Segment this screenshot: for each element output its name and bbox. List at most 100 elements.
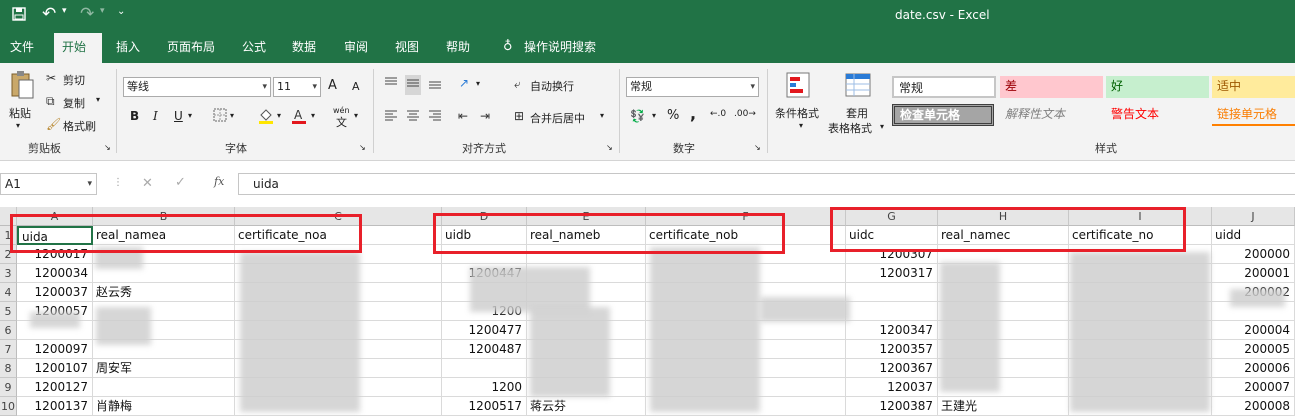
- table-cell[interactable]: 1200347: [846, 321, 938, 340]
- paste-icon[interactable]: [9, 70, 35, 104]
- chevron-down-icon[interactable]: ▾: [87, 174, 92, 194]
- fill-color-dropdown-icon[interactable]: ▾: [277, 111, 281, 120]
- paste-dropdown-icon[interactable]: ▾: [16, 121, 20, 130]
- underline-button[interactable]: U: [174, 109, 183, 123]
- table-cell[interactable]: 200001: [1212, 264, 1295, 283]
- table-format-icon[interactable]: [844, 71, 874, 105]
- tab-help[interactable]: 帮助: [438, 33, 478, 63]
- currency-dropdown-icon[interactable]: ▾: [652, 111, 656, 120]
- table-cell[interactable]: 赵云秀: [93, 283, 235, 302]
- tell-me-search[interactable]: 操作说明搜索: [516, 33, 604, 63]
- row-header-4[interactable]: 4: [0, 283, 17, 302]
- decrease-decimal-icon[interactable]: .00→: [734, 109, 756, 119]
- font-color-icon[interactable]: A: [291, 107, 307, 129]
- font-launcher-icon[interactable]: ↘: [359, 143, 366, 152]
- row-header-10[interactable]: 10: [0, 397, 17, 416]
- number-format-combo[interactable]: 常规 ▾: [626, 77, 759, 97]
- wrap-text-icon[interactable]: ⤶: [514, 76, 521, 92]
- table-format-label-1[interactable]: 套用: [846, 105, 868, 121]
- merge-dropdown-icon[interactable]: ▾: [600, 111, 604, 120]
- copy-dropdown-icon[interactable]: ▾: [96, 95, 100, 104]
- name-box[interactable]: A1 ▾: [0, 173, 97, 195]
- fill-color-icon[interactable]: [257, 107, 275, 129]
- copy-button[interactable]: 复制: [63, 95, 85, 111]
- style-neutral[interactable]: 适中: [1212, 76, 1295, 98]
- table-cell[interactable]: 1200477: [442, 321, 527, 340]
- table-cell[interactable]: 1200317: [846, 264, 938, 283]
- row-header-6[interactable]: 6: [0, 321, 17, 340]
- clipboard-launcher-icon[interactable]: ↘: [104, 143, 111, 152]
- font-color-dropdown-icon[interactable]: ▾: [311, 111, 315, 120]
- phonetic-char-icon[interactable]: 文: [336, 114, 347, 130]
- tab-insert[interactable]: 插入: [108, 33, 148, 63]
- tab-review[interactable]: 审阅: [336, 33, 376, 63]
- header-cell-j[interactable]: uidd: [1212, 226, 1295, 245]
- grow-font-icon[interactable]: A: [328, 78, 337, 93]
- table-cell[interactable]: 200005: [1212, 340, 1295, 359]
- conditional-dropdown-icon[interactable]: ▾: [799, 121, 803, 130]
- table-cell[interactable]: 120037: [846, 378, 938, 397]
- undo-icon[interactable]: ↶: [42, 4, 56, 24]
- format-painter-button[interactable]: 格式刷: [63, 118, 96, 134]
- orientation-icon[interactable]: ↗: [459, 75, 469, 91]
- table-cell[interactable]: [846, 283, 938, 302]
- chevron-down-icon[interactable]: ▾: [750, 78, 755, 96]
- cancel-icon[interactable]: ✕: [142, 176, 153, 191]
- tab-data[interactable]: 数据: [284, 33, 324, 63]
- row-header-9[interactable]: 9: [0, 378, 17, 397]
- table-cell[interactable]: [442, 359, 527, 378]
- table-format-dropdown-icon[interactable]: ▾: [880, 122, 884, 131]
- table-cell[interactable]: 1200127: [17, 378, 93, 397]
- table-cell[interactable]: 200007: [1212, 378, 1295, 397]
- table-cell[interactable]: 1200107: [17, 359, 93, 378]
- cut-icon[interactable]: ✂: [46, 70, 56, 86]
- table-cell[interactable]: [93, 378, 235, 397]
- style-bad[interactable]: 差: [1000, 76, 1103, 98]
- align-center-icon[interactable]: [406, 108, 420, 126]
- row-header-5[interactable]: 5: [0, 302, 17, 321]
- align-right-icon[interactable]: [428, 108, 442, 126]
- table-cell[interactable]: 1200034: [17, 264, 93, 283]
- undo-dropdown-icon[interactable]: ▾: [62, 6, 67, 16]
- border-icon[interactable]: [213, 108, 227, 126]
- align-top-icon[interactable]: [384, 76, 398, 94]
- wrap-text-button[interactable]: 自动换行: [530, 78, 574, 94]
- increase-indent-icon[interactable]: ⇥: [480, 108, 490, 124]
- style-normal[interactable]: 常规: [892, 76, 996, 98]
- style-explanatory[interactable]: 解释性文本: [1000, 104, 1103, 126]
- phonetic-dropdown-icon[interactable]: ▾: [354, 111, 358, 120]
- table-cell[interactable]: 200004: [1212, 321, 1295, 340]
- chevron-down-icon[interactable]: ▾: [312, 78, 317, 96]
- insert-function-icon[interactable]: fx: [214, 175, 224, 188]
- bold-button[interactable]: B: [130, 109, 139, 123]
- align-middle-icon[interactable]: [405, 75, 421, 95]
- table-cell[interactable]: 1200037: [17, 283, 93, 302]
- table-cell[interactable]: 200000: [1212, 245, 1295, 264]
- row-header-3[interactable]: 3: [0, 264, 17, 283]
- shrink-font-icon[interactable]: A: [352, 80, 360, 93]
- customize-toolbar-icon[interactable]: ⌄: [117, 6, 125, 17]
- border-dropdown-icon[interactable]: ▾: [230, 111, 234, 120]
- table-cell[interactable]: 200006: [1212, 359, 1295, 378]
- style-check-cell[interactable]: 检查单元格: [892, 104, 994, 126]
- style-warning[interactable]: 警告文本: [1106, 104, 1209, 126]
- conditional-format-icon[interactable]: [785, 71, 813, 105]
- conditional-format-button[interactable]: 条件格式: [775, 105, 819, 121]
- save-icon[interactable]: [12, 7, 26, 25]
- table-cell[interactable]: 1200137: [17, 397, 93, 416]
- currency-icon[interactable]: 💱: [630, 108, 645, 124]
- align-bottom-icon[interactable]: [428, 76, 442, 94]
- style-good[interactable]: 好: [1106, 76, 1209, 98]
- table-cell[interactable]: 1200487: [442, 340, 527, 359]
- table-cell[interactable]: [846, 302, 938, 321]
- confirm-icon[interactable]: ✓: [175, 175, 186, 190]
- alignment-launcher-icon[interactable]: ↘: [606, 143, 613, 152]
- table-cell[interactable]: 蒋云芬: [527, 397, 646, 416]
- table-cell[interactable]: 200008: [1212, 397, 1295, 416]
- table-cell[interactable]: 1200097: [17, 340, 93, 359]
- increase-decimal-icon[interactable]: ←.0: [710, 109, 726, 119]
- more-options-icon[interactable]: ⋮: [113, 177, 123, 188]
- cut-button[interactable]: 剪切: [63, 72, 85, 88]
- decrease-indent-icon[interactable]: ⇤: [458, 108, 468, 124]
- table-cell[interactable]: 1200: [442, 378, 527, 397]
